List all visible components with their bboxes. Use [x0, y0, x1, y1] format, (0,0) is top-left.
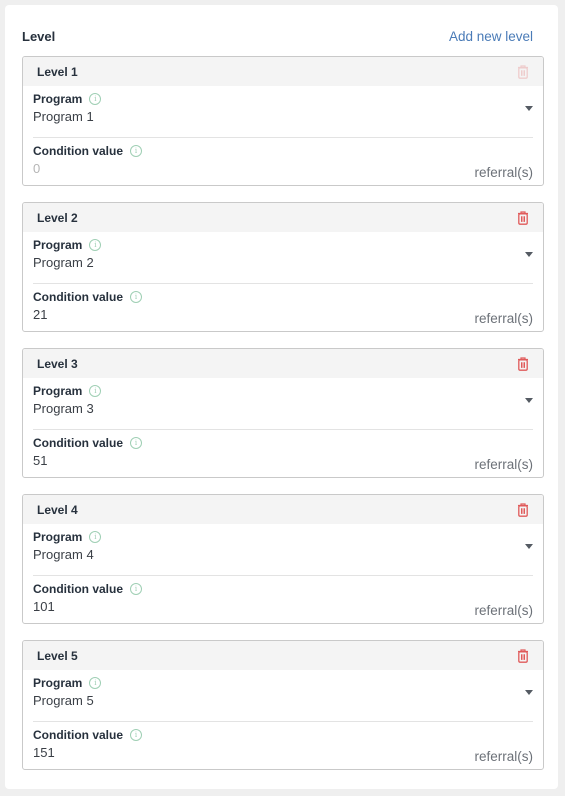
trash-icon [518, 502, 528, 517]
referrals-suffix: referral(s) [474, 749, 533, 764]
info-icon[interactable]: i [89, 677, 102, 689]
referrals-suffix: referral(s) [474, 165, 533, 180]
info-icon[interactable]: i [130, 583, 142, 595]
info-icon[interactable]: i [89, 239, 102, 251]
trash-icon [518, 64, 528, 79]
program-select[interactable]: Program i Program 2 [33, 232, 533, 284]
info-icon[interactable]: i [89, 385, 102, 397]
info-icon[interactable]: i [130, 145, 142, 157]
panel-header: Level Add new level [22, 23, 533, 49]
referrals-suffix: referral(s) [474, 457, 533, 472]
level-card: Level 5 Program i Program 5 Condition va… [22, 640, 544, 770]
level-title: Level 5 [37, 648, 78, 663]
level-card: Level 3 Program i Program 3 Condition va… [22, 348, 544, 478]
panel-title: Level [22, 28, 56, 44]
delete-level-button[interactable] [515, 502, 531, 518]
program-select[interactable]: Program i Program 3 [33, 378, 533, 430]
level-title: Level 2 [37, 210, 78, 225]
condition-value-input[interactable]: 0 [33, 161, 533, 176]
info-icon[interactable]: i [130, 729, 142, 741]
condition-value-input[interactable]: 21 [33, 307, 533, 322]
program-value: Program 1 [33, 109, 94, 124]
condition-label: Condition value [33, 582, 123, 596]
condition-value-field[interactable]: Condition value i 101 referral(s) [33, 576, 533, 623]
program-value: Program 5 [33, 693, 94, 708]
level-card: Level 4 Program i Program 4 Condition va… [22, 494, 544, 624]
condition-label: Condition value [33, 728, 123, 742]
program-select[interactable]: Program i Program 4 [33, 524, 533, 576]
info-icon[interactable]: i [130, 291, 142, 303]
info-icon[interactable]: i [89, 93, 102, 105]
trash-icon [518, 210, 528, 225]
levels-panel: Level Add new level Level 1 Program i Pr… [5, 5, 558, 789]
level-card: Level 1 Program i Program 1 Condition va… [22, 56, 544, 186]
level-card-header: Level 1 [23, 57, 543, 86]
chevron-down-icon[interactable] [525, 106, 533, 111]
program-value: Program 4 [33, 547, 94, 562]
program-label: Program [33, 92, 83, 106]
program-label: Program [33, 530, 83, 544]
program-label: Program [33, 676, 83, 690]
level-card-header: Level 5 [23, 641, 543, 670]
level-card: Level 2 Program i Program 2 Condition va… [22, 202, 544, 332]
levels-list: Level 1 Program i Program 1 Condition va… [22, 56, 544, 786]
condition-value-field[interactable]: Condition value i 151 referral(s) [33, 722, 533, 769]
condition-label: Condition value [33, 436, 123, 450]
info-icon[interactable]: i [89, 531, 102, 543]
chevron-down-icon[interactable] [525, 398, 533, 403]
program-value: Program 3 [33, 401, 94, 416]
referrals-suffix: referral(s) [474, 603, 533, 618]
condition-value-field[interactable]: Condition value i 0 referral(s) [33, 138, 533, 185]
program-value: Program 2 [33, 255, 94, 270]
delete-level-button[interactable] [515, 648, 531, 664]
delete-level-button[interactable] [515, 210, 531, 226]
level-title: Level 4 [37, 502, 78, 517]
chevron-down-icon[interactable] [525, 544, 533, 549]
level-title: Level 1 [37, 64, 78, 79]
condition-value-field[interactable]: Condition value i 51 referral(s) [33, 430, 533, 477]
delete-level-button[interactable] [515, 356, 531, 372]
chevron-down-icon[interactable] [525, 690, 533, 695]
condition-value-field[interactable]: Condition value i 21 referral(s) [33, 284, 533, 331]
level-card-header: Level 3 [23, 349, 543, 378]
program-select[interactable]: Program i Program 5 [33, 670, 533, 722]
add-new-level-link[interactable]: Add new level [449, 29, 533, 44]
chevron-down-icon[interactable] [525, 252, 533, 257]
condition-label: Condition value [33, 290, 123, 304]
program-label: Program [33, 238, 83, 252]
referrals-suffix: referral(s) [474, 311, 533, 326]
condition-value-input[interactable]: 101 [33, 599, 533, 614]
program-select[interactable]: Program i Program 1 [33, 86, 533, 138]
trash-icon [518, 356, 528, 371]
condition-value-input[interactable]: 51 [33, 453, 533, 468]
condition-value-input[interactable]: 151 [33, 745, 533, 760]
level-card-header: Level 2 [23, 203, 543, 232]
level-title: Level 3 [37, 356, 78, 371]
trash-icon [518, 648, 528, 663]
condition-label: Condition value [33, 144, 123, 158]
level-card-header: Level 4 [23, 495, 543, 524]
info-icon[interactable]: i [130, 437, 142, 449]
program-label: Program [33, 384, 83, 398]
delete-level-button[interactable] [515, 64, 531, 80]
